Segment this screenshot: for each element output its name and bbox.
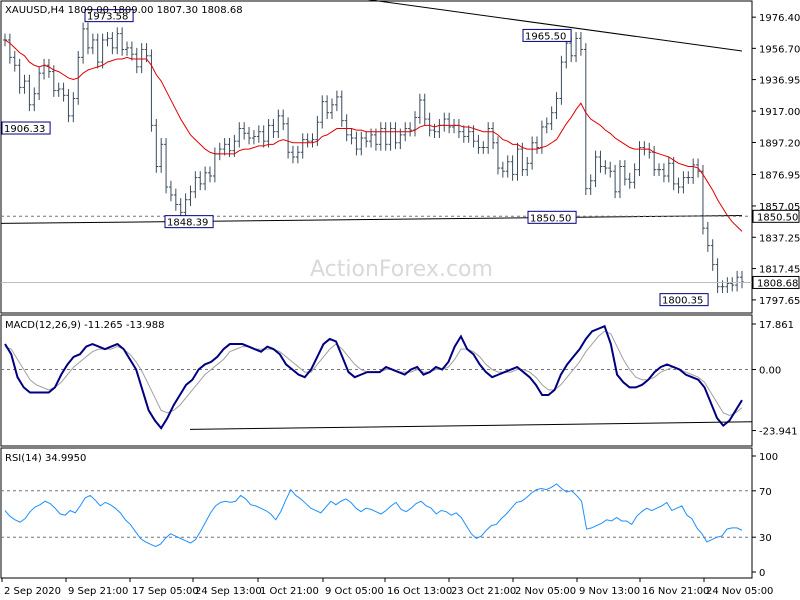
price-annotation-label: 1906.33 bbox=[4, 124, 45, 135]
price-y-tick-label: 1817.45 bbox=[759, 265, 800, 276]
rsi-y-tick-label: 70 bbox=[759, 487, 772, 498]
price-y-tick-label: 1976.40 bbox=[759, 13, 800, 24]
level-label: 1850.50 bbox=[757, 212, 798, 223]
chart-canvas: ActionForex.com 1973.581906.331848.39196… bbox=[0, 0, 800, 597]
x-tick-label: 16 Oct 13:00 bbox=[387, 586, 452, 597]
price-y-tick-label: 1936.95 bbox=[759, 76, 800, 87]
price-y-tick-label: 1897.20 bbox=[759, 138, 800, 149]
price-annotation-label: 1965.50 bbox=[525, 31, 566, 42]
x-tick-label: 23 Oct 21:00 bbox=[451, 586, 516, 597]
price-y-tick-label: 1837.25 bbox=[759, 233, 800, 244]
x-tick-label: 1 Oct 21:00 bbox=[260, 586, 319, 597]
price-y-tick-label: 1876.95 bbox=[759, 170, 800, 181]
price-y-tick-label: 1956.70 bbox=[759, 44, 800, 55]
macd-y-tick-label: 0.00 bbox=[759, 366, 781, 377]
x-tick-label: 24 Sep 13:00 bbox=[195, 586, 262, 597]
price-annotation-label: 1848.39 bbox=[167, 218, 208, 229]
x-tick-label: 17 Sep 05:00 bbox=[132, 586, 199, 597]
rsi-y-tick-label: 30 bbox=[759, 533, 772, 544]
watermark: ActionForex.com bbox=[310, 257, 493, 282]
price-y-tick-label: 1797.65 bbox=[759, 296, 800, 307]
x-tick-label: 9 Nov 13:00 bbox=[579, 586, 640, 597]
macd-y-tick-label: 17.861 bbox=[759, 320, 794, 331]
rsi-pane bbox=[0, 447, 753, 579]
x-tick-label: 9 Oct 05:00 bbox=[325, 586, 384, 597]
rsi-y-tick-label: 0 bbox=[759, 568, 765, 579]
price-header: XAUUSD,H4 1809.00 1809.00 1807.30 1808.6… bbox=[5, 5, 243, 16]
macd-pane bbox=[0, 314, 753, 447]
price-annotation-label: 1800.35 bbox=[662, 296, 703, 307]
current-price-label: 1808.68 bbox=[757, 278, 798, 289]
x-tick-label: 9 Sep 21:00 bbox=[68, 586, 128, 597]
price-annotation-label: 1850.50 bbox=[530, 213, 571, 224]
x-tick-label: 24 Nov 05:00 bbox=[706, 586, 773, 597]
rsi-title: RSI(14) 34.9950 bbox=[5, 453, 86, 464]
macd-title: MACD(12,26,9) -11.265 -13.988 bbox=[5, 320, 165, 331]
rsi-y-tick-label: 100 bbox=[759, 452, 778, 463]
x-tick-label: 2 Sep 2020 bbox=[4, 586, 61, 597]
x-tick-label: 16 Nov 21:00 bbox=[642, 586, 709, 597]
x-tick-label: 2 Nov 05:00 bbox=[515, 586, 576, 597]
price-y-tick-label: 1917.00 bbox=[759, 107, 800, 118]
macd-y-tick-label: -23.941 bbox=[759, 427, 798, 438]
